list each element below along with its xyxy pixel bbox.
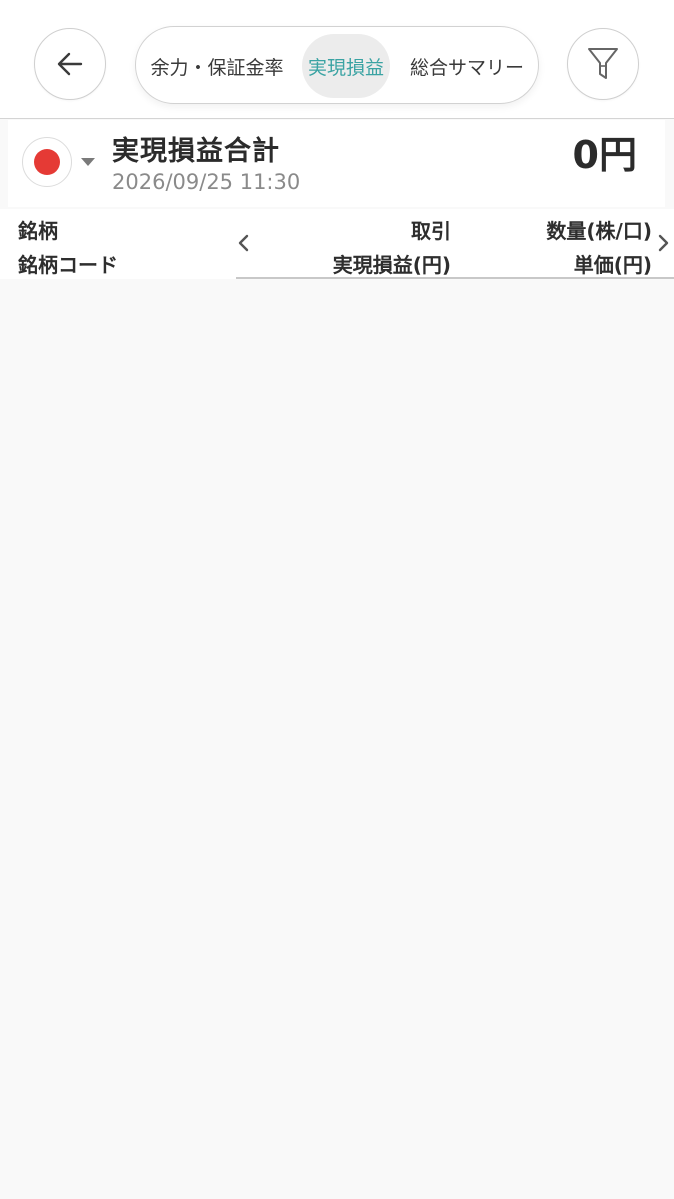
market-selector[interactable] [22, 137, 72, 187]
summary-title: 実現損益合計 [112, 136, 280, 167]
tab-realized-pl[interactable]: 実現損益 [302, 34, 390, 98]
tab-margin-ratio[interactable]: 余力・保証金率 [142, 34, 292, 98]
app-header: 余力・保証金率 実現損益 総合サマリー [0, 0, 674, 119]
arrow-left-icon [57, 52, 83, 76]
summary-total-value: 0円 [572, 133, 637, 177]
column-header: 銘柄 銘柄コード 取引 実現損益(円) 数量(株/口) 単価(円) [0, 209, 674, 279]
summary-datetime: 2026/09/25 11:30 [112, 170, 301, 194]
chevron-left-icon[interactable] [236, 231, 252, 255]
realized-pl-list [0, 279, 674, 1199]
col-header-symbol-code: 銘柄コード [18, 253, 118, 277]
filter-icon [588, 48, 618, 79]
col-header-trade: 取引 [411, 219, 451, 243]
japan-flag-icon [34, 149, 60, 175]
back-button[interactable] [34, 28, 106, 100]
tab-total-summary[interactable]: 総合サマリー [402, 34, 532, 98]
col-header-realized-pl: 実現損益(円) [332, 253, 451, 277]
caret-down-icon[interactable] [81, 158, 95, 166]
filter-button[interactable] [567, 28, 639, 100]
col-header-symbol: 銘柄 [18, 219, 58, 243]
realized-pl-summary: 実現損益合計 2026/09/25 11:30 0円 [8, 120, 665, 207]
chevron-right-icon[interactable] [655, 231, 671, 255]
segment-tabs: 余力・保証金率 実現損益 総合サマリー [135, 26, 539, 104]
col-header-quantity: 数量(株/口) [546, 219, 652, 243]
col-header-unit-price: 単価(円) [573, 253, 652, 277]
